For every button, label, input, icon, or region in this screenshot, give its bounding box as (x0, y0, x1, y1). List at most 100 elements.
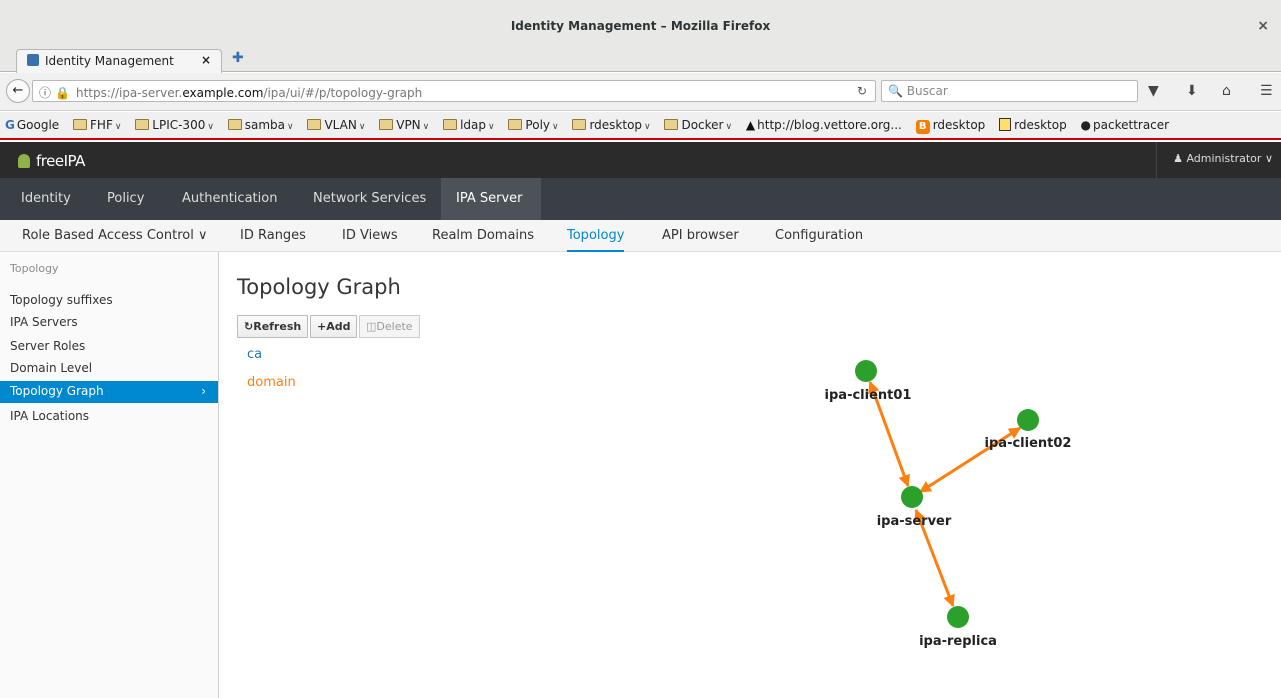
chevron-down-icon: ∨ (552, 122, 559, 132)
reload-icon[interactable]: ↻ (857, 84, 867, 98)
bookmark-rdesktop-linux[interactable]: rdesktop (999, 118, 1067, 132)
tab-title: Identity Management (45, 54, 174, 68)
bookmark-label: FHF (90, 118, 113, 132)
sidebar-item-ipa-servers[interactable]: IPA Servers (0, 312, 218, 334)
home-icon[interactable]: ⌂ (1222, 83, 1231, 99)
url-prefix: https://ipa-server. (75, 86, 183, 100)
sidebar-item-ipa-locations[interactable]: IPA Locations (0, 406, 218, 428)
folder-icon (664, 119, 679, 130)
bookmark-blog[interactable]: ▲ http://blog.vettore.org... (746, 118, 902, 132)
node-ipa-client02[interactable] (1017, 409, 1039, 431)
nav-policy[interactable]: Policy (92, 178, 159, 220)
sidebar-item-topology-graph[interactable]: Topology Graph › (0, 381, 218, 403)
refresh-icon: ↻ (244, 320, 254, 333)
edge-client01-server[interactable] (868, 380, 910, 488)
archlinux-icon: ▲ (745, 118, 756, 132)
folder-icon (508, 119, 523, 130)
folder-icon (135, 119, 150, 130)
node-label-replica: ipa-replica (919, 634, 997, 649)
edge-client02-server[interactable] (918, 426, 1022, 494)
app-header: freeIPA ♟ Administrator ∨ (0, 142, 1281, 178)
url-domain: example.com (182, 86, 264, 100)
globe-icon: ● (1080, 118, 1092, 132)
user-menu[interactable]: ♟ Administrator ∨ (1156, 142, 1281, 178)
tab-id-views[interactable]: ID Views (342, 220, 398, 252)
node-ipa-server[interactable] (901, 486, 923, 508)
chevron-down-icon: ∨ (1264, 152, 1273, 165)
bookmark-label: Poly (525, 118, 551, 132)
sidebar-item-domain-level[interactable]: Domain Level (0, 358, 218, 380)
nav-ipa-server[interactable]: IPA Server (441, 178, 541, 220)
bookmark-folder-lpic[interactable]: LPIC-300 ∨ (135, 118, 214, 132)
blogger-icon: B (915, 120, 930, 134)
refresh-button[interactable]: ↻Refresh (237, 315, 309, 338)
nav-network-services[interactable]: Network Services (298, 178, 441, 220)
tab-id-ranges[interactable]: ID Ranges (240, 220, 306, 252)
new-tab-icon[interactable]: ✚ (232, 50, 244, 66)
folder-icon (73, 119, 88, 130)
folder-icon (227, 119, 242, 130)
browser-tab[interactable]: Identity Management × (16, 49, 222, 73)
menu-icon[interactable]: ☰ (1260, 83, 1273, 99)
chevron-down-icon: ∨ (114, 122, 122, 132)
suffix-domain-link[interactable]: domain (247, 375, 296, 390)
tux-icon (999, 118, 1012, 131)
bookmark-label: samba (244, 118, 286, 132)
bookmark-folder-vlan[interactable]: VLAN ∨ (307, 118, 365, 132)
window-titlebar: Identity Management – Mozilla Firefox × (0, 0, 1281, 42)
search-input[interactable]: 🔍 Buscar (881, 80, 1138, 102)
freeipa-logo[interactable]: freeIPA (18, 152, 85, 170)
tab-configuration[interactable]: Configuration (775, 220, 863, 252)
tab-rbac[interactable]: Role Based Access Control ∨ (22, 220, 207, 252)
bookmark-folder-docker[interactable]: Docker ∨ (664, 118, 732, 132)
bookmark-folder-rdesktop[interactable]: rdesktop ∨ (572, 118, 651, 132)
suffix-ca-link[interactable]: ca (247, 347, 262, 362)
sidebar-item-server-roles[interactable]: Server Roles (0, 336, 218, 358)
trash-icon: ◫ (366, 320, 377, 333)
page-title: Topology Graph (237, 275, 401, 299)
window-title: Identity Management – Mozilla Firefox (510, 19, 771, 33)
chevron-down-icon: ∨ (644, 122, 651, 132)
chevron-down-icon: ∨ (488, 122, 495, 132)
graph-nodes (855, 360, 1039, 628)
pocket-icon[interactable]: ▼ (1148, 83, 1159, 99)
bookmark-label: VLAN (324, 118, 357, 132)
chevron-down-icon: ∨ (197, 228, 208, 243)
info-icon[interactable]: ⓘ (39, 86, 51, 100)
tab-topology[interactable]: Topology (567, 220, 625, 252)
delete-button[interactable]: ◫Delete (359, 315, 420, 338)
add-button[interactable]: +Add (310, 315, 358, 338)
edge-server-replica[interactable] (914, 508, 955, 608)
bookmark-folder-poly[interactable]: Poly ∨ (508, 118, 559, 132)
bookmark-rdesktop-blogger[interactable]: Brdesktop (915, 118, 985, 134)
freeipa-favicon-icon (27, 54, 39, 66)
bookmark-label: Docker (681, 118, 724, 132)
bookmark-packettracer[interactable]: ● packettracer (1081, 118, 1170, 132)
nav-authentication[interactable]: Authentication (167, 178, 292, 220)
node-ipa-replica[interactable] (947, 606, 969, 628)
user-icon: ♟ (1173, 152, 1183, 165)
search-icon: 🔍 (888, 84, 903, 98)
sidebar-item-topology-suffixes[interactable]: Topology suffixes (0, 290, 218, 312)
tab-close-icon[interactable]: × (201, 53, 211, 67)
back-arrow-icon[interactable]: ← (6, 79, 30, 103)
download-icon[interactable]: ⬇ (1186, 83, 1198, 99)
bookmark-folder-fhf[interactable]: FHF ∨ (73, 118, 121, 132)
bookmark-folder-vpn[interactable]: VPN ∨ (379, 118, 429, 132)
lock-icon[interactable]: 🔒 (55, 86, 70, 100)
chevron-right-icon: › (201, 384, 206, 398)
bookmark-google[interactable]: G Google (5, 118, 59, 132)
chevron-down-icon: ∨ (422, 122, 430, 132)
tab-strip: Identity Management × ✚ (0, 42, 1281, 73)
folder-icon (572, 119, 587, 130)
tab-realm-domains[interactable]: Realm Domains (432, 220, 534, 252)
nav-identity[interactable]: Identity (6, 178, 86, 220)
bookmark-folder-samba[interactable]: samba ∨ (227, 118, 294, 132)
url-bar[interactable]: ⓘ 🔒 https://ipa-server.example.com/ipa/ui/… (32, 80, 876, 102)
node-label-server: ipa-server (877, 514, 952, 529)
node-ipa-client01[interactable] (855, 360, 877, 382)
google-icon: G (5, 118, 15, 132)
bookmark-label: http://blog.vettore.org... (757, 118, 902, 132)
bookmark-folder-ldap[interactable]: ldap ∨ (443, 118, 495, 132)
tab-api-browser[interactable]: API browser (662, 220, 739, 252)
